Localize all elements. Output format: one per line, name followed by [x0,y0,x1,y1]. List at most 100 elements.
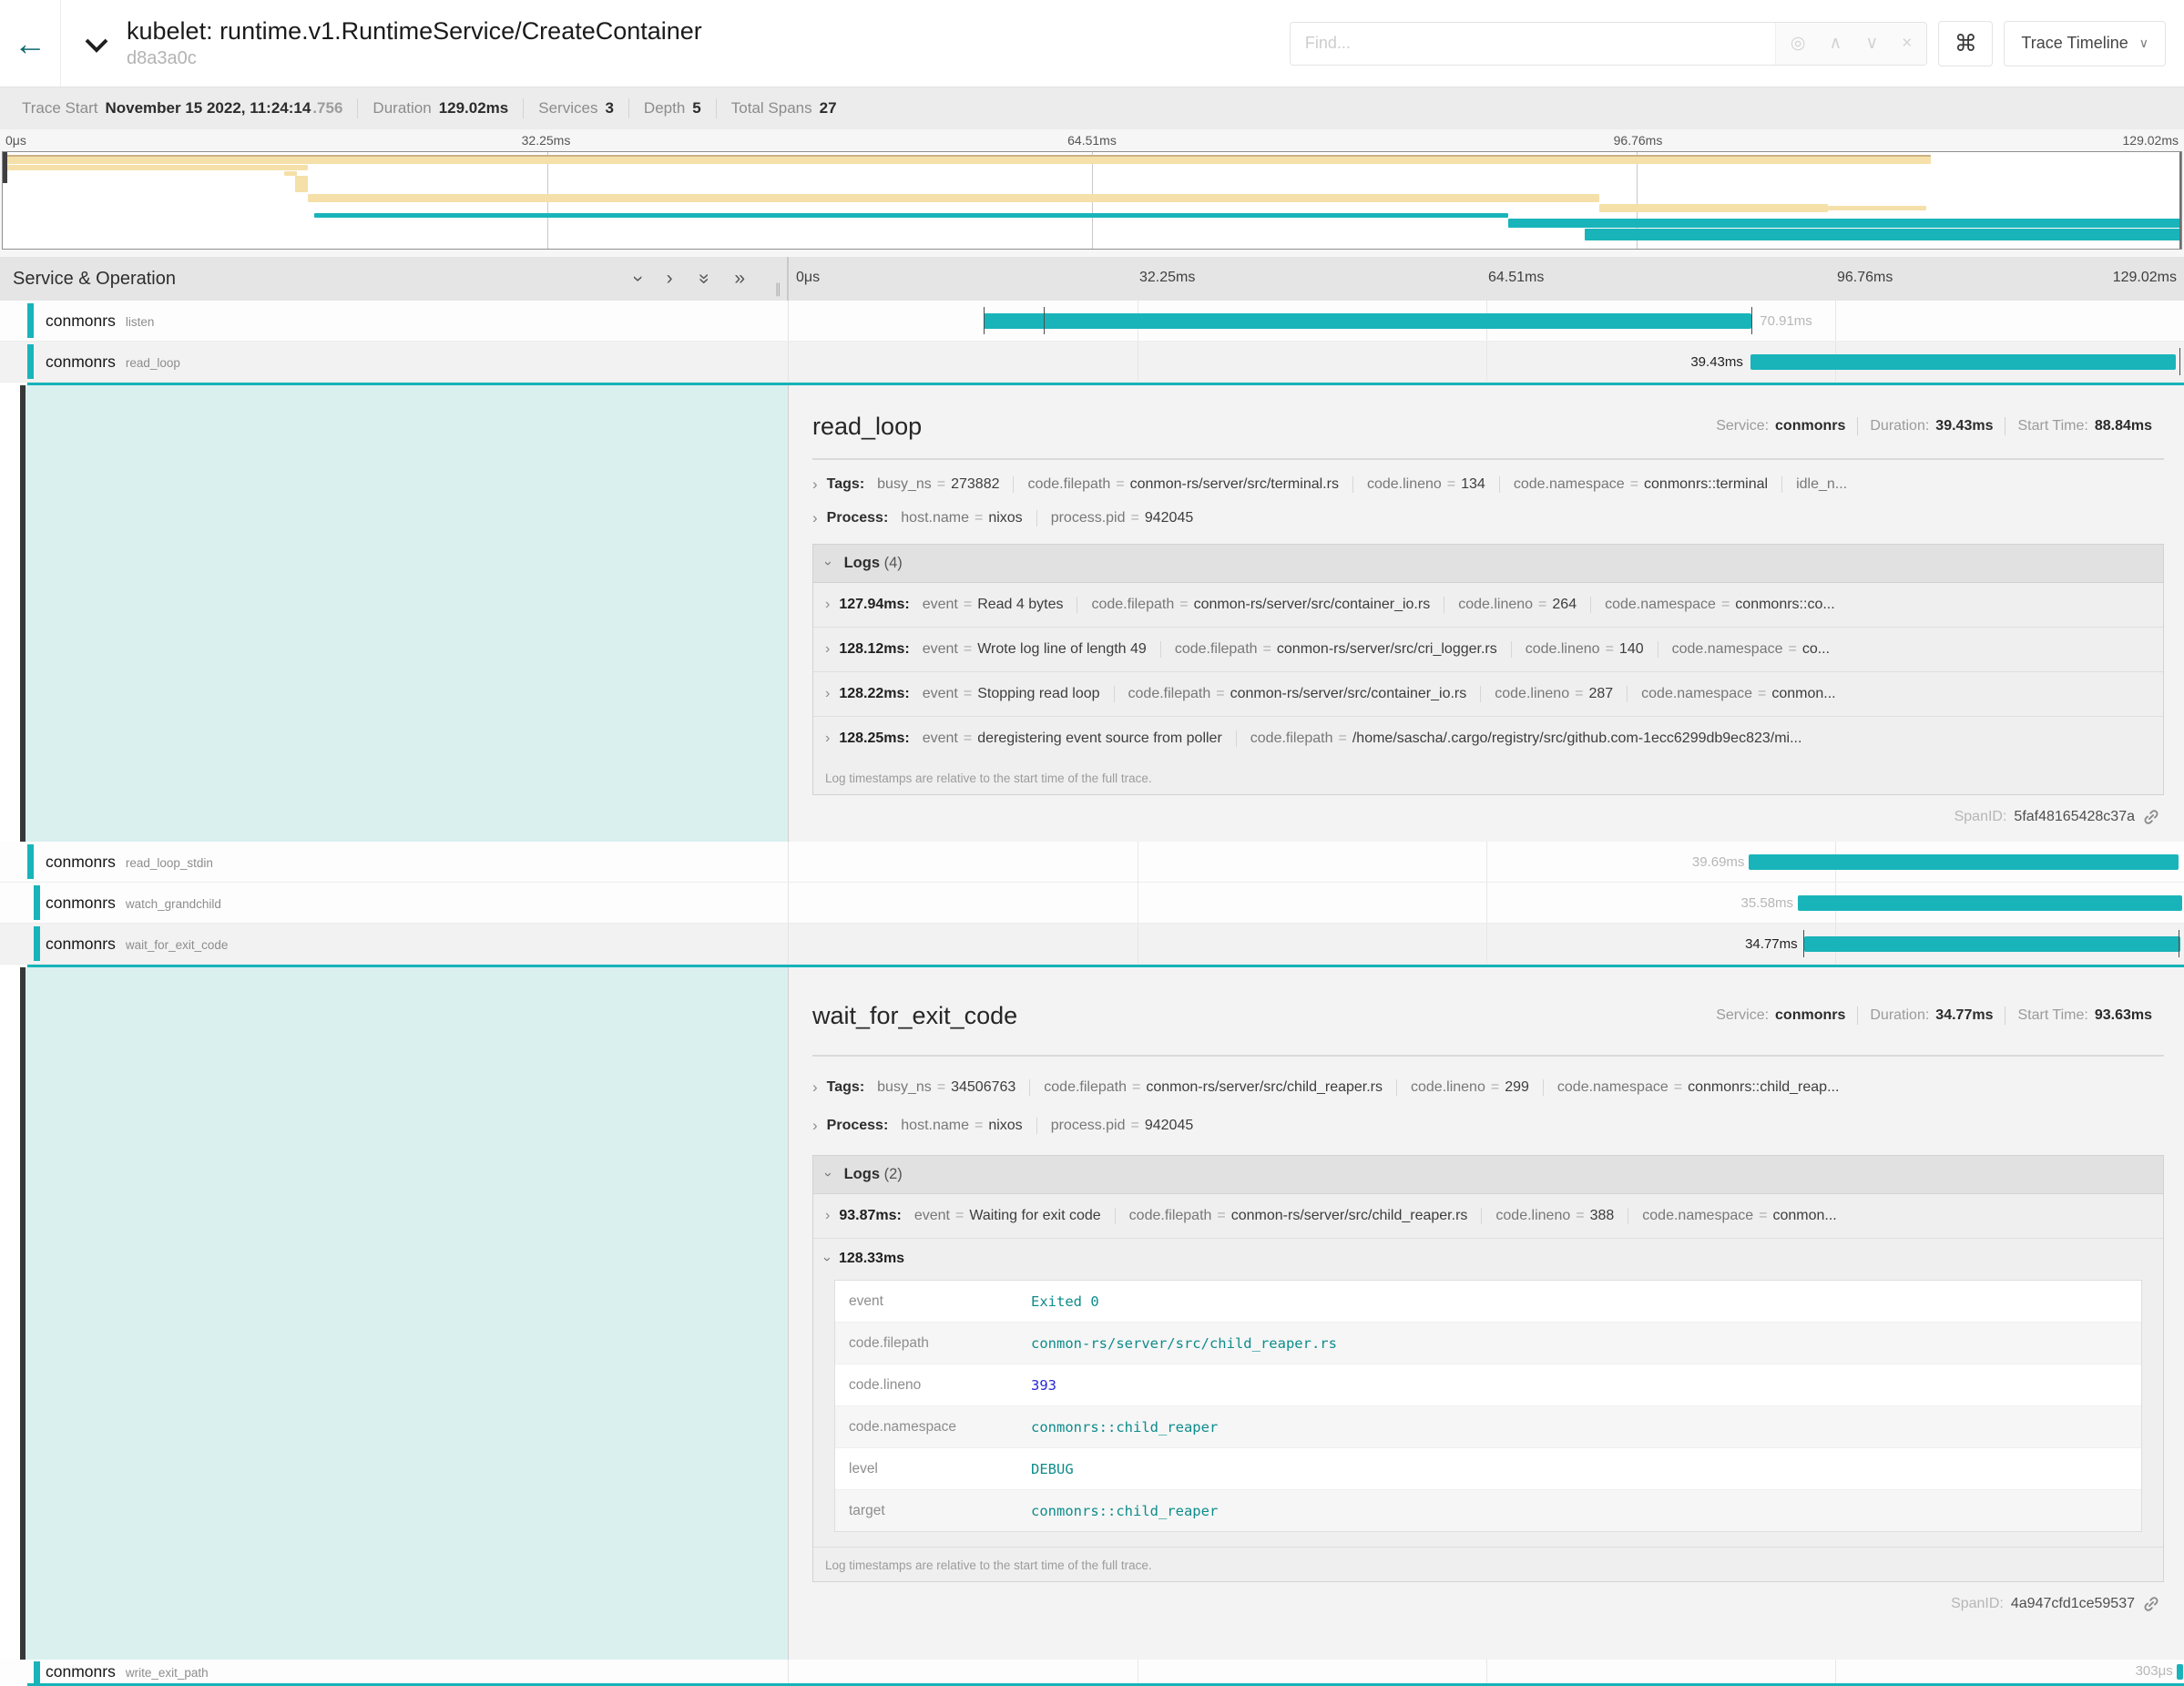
grid-header: Service & Operation › › » » ∥ 0μs 32.25m… [0,257,2184,301]
span-row-listen[interactable]: conmonrs listen 70.91ms [0,301,2184,342]
span-detail-title: wait_for_exit_code [812,1002,1017,1030]
detail-name-column [26,967,789,1660]
column-resize-handle[interactable]: ∥ [775,281,782,297]
minimap-drag-handle-right[interactable] [2179,152,2181,249]
clear-search-icon[interactable]: × [1902,34,1912,54]
find-bar: ◎ ∧ ∨ × [1290,22,1928,66]
span-color-indicator [34,1661,40,1683]
expand-all-icon[interactable]: » [734,268,745,290]
collapse-all-icon[interactable]: » [692,273,714,284]
process-row[interactable]: › Process: host.name=nixos process.pid=9… [812,1117,2164,1135]
app-header: ← kubelet: runtime.v1.RuntimeService/Cre… [0,0,2184,87]
log-entry[interactable]: › 127.94ms: event=Read 4 bytes code.file… [813,583,2163,628]
logs-header[interactable]: › Logs (4) [813,545,2163,583]
log-entry[interactable]: › 93.87ms: event=Waiting for exit code c… [813,1194,2163,1239]
operation-name: wait_for_exit_code [126,938,229,952]
logs-count: (2) [884,1166,903,1182]
tick-label: 64.51ms [1488,270,1544,286]
span-duration-label: 39.69ms [1692,842,1745,883]
operation-name: watch_grandchild [126,897,221,911]
chevron-right-icon: › [825,597,830,613]
log-expanded-header[interactable]: › 128.33ms [825,1251,2151,1267]
span-color-indicator [27,344,34,379]
service-name: conmonrs [46,1662,116,1681]
minimap-span-bar [1599,204,1828,212]
span-row-watch-grandchild[interactable]: conmonrs watch_grandchild 35.58ms [0,883,2184,924]
view-selector-button[interactable]: Trace Timeline ∨ [2004,21,2166,66]
tags-row[interactable]: › Tags: busy_ns=34506763 code.filepath=c… [812,1078,2164,1097]
total-spans-stat: Total Spans27 [716,98,852,118]
table-row: level DEBUG [835,1447,2141,1489]
header-controls: ◎ ∧ ∨ × ⌘ Trace Timeline ∨ [1290,21,2184,66]
table-row: code.filepath conmon-rs/server/src/child… [835,1322,2141,1364]
log-entry[interactable]: › 128.12ms: event=Wrote log line of leng… [813,628,2163,672]
span-bar[interactable] [1798,895,2183,911]
minimap-canvas[interactable] [2,151,2182,250]
span-bar[interactable] [1804,936,2180,952]
chevron-down-icon: › [820,1257,835,1262]
detail-content: read_loop Service:conmonrs Duration:39.4… [789,385,2184,842]
collapse-one-icon[interactable]: › [627,276,648,282]
timeline-minimap: 0μs 32.25ms 64.51ms 96.76ms 129.02ms [0,129,2184,257]
process-row[interactable]: › Process: host.name=nixos process.pid=9… [812,509,2164,527]
detail-service: Service:conmonrs [1704,1006,1857,1025]
deep-link-icon[interactable] [2142,808,2160,826]
minimap-drag-handle-left[interactable] [3,152,7,183]
tick-label: 129.02ms [2113,270,2177,286]
trace-id: d8a3a0c [127,48,702,68]
keyboard-shortcuts-button[interactable]: ⌘ [1938,21,1993,66]
next-result-icon[interactable]: ∨ [1865,33,1878,54]
tick-label: 64.51ms [1067,133,1117,148]
timeline-ruler: 0μs 32.25ms 64.51ms 96.76ms 129.02ms [789,257,2184,301]
detail-content: wait_for_exit_code Service:conmonrs Dura… [789,967,2184,1660]
chevron-right-icon: › [825,641,830,658]
chevron-right-icon[interactable]: › [812,475,818,494]
span-duration-label: 39.43ms [1690,342,1743,383]
tick-label: 32.25ms [1139,270,1195,286]
span-row-wait-for-exit-code[interactable]: conmonrs wait_for_exit_code 34.77ms [0,924,2184,965]
collapse-title-chevron-icon[interactable] [85,37,108,57]
title-block: kubelet: runtime.v1.RuntimeService/Creat… [127,18,702,68]
span-bar[interactable] [1750,354,2176,370]
tick-label: 0μs [5,133,26,148]
expand-one-icon[interactable]: › [667,268,673,290]
tick-label: 129.02ms [2123,133,2179,148]
logs-header[interactable]: › Logs (2) [813,1156,2163,1194]
log-entry[interactable]: › 128.22ms: event=Stopping read loop cod… [813,672,2163,717]
span-duration-label: 35.58ms [1741,883,1794,924]
span-bar[interactable] [1749,854,2179,870]
prev-result-icon[interactable]: ∧ [1829,33,1842,54]
minimap-span-bar [295,176,308,192]
minimap-span-bar [314,213,1508,218]
span-row-read-loop[interactable]: conmonrs read_loop 39.43ms [0,342,2184,383]
span-detail-title: read_loop [812,413,922,441]
minimap-span-bar [1585,229,2181,240]
chevron-right-icon[interactable]: › [812,509,818,527]
service-name: conmonrs [46,935,116,954]
log-entry-expanded: › 128.33ms event Exited 0 code.filepath … [813,1239,2163,1548]
span-bar[interactable] [984,313,1751,329]
deep-link-icon[interactable] [2142,1595,2160,1613]
tick-label: 0μs [796,270,820,286]
span-bar[interactable] [2177,1664,2183,1680]
chevron-right-icon[interactable]: › [812,1117,818,1135]
span-id-row: SpanID: 4a947cfd1ce59537 [812,1582,2164,1619]
logs-footnote: Log timestamps are relative to the start… [813,1548,2163,1581]
operation-name: read_loop [126,356,180,370]
log-entry[interactable]: › 128.25ms: event=deregistering event so… [813,717,2163,761]
find-input[interactable] [1291,23,1775,65]
chevron-down-icon: › [821,561,836,566]
tags-row[interactable]: › Tags: busy_ns=273882 code.filepath=con… [812,475,2164,494]
detail-duration: Duration:34.77ms [1857,1006,2005,1025]
chevron-right-icon[interactable]: › [812,1078,818,1097]
span-id-value: 4a947cfd1ce59537 [2011,1596,2135,1612]
span-duration-label: 34.77ms [1745,924,1798,965]
back-button[interactable]: ← [0,0,61,87]
span-row-write-exit-path[interactable]: conmonrs write_exit_path 303μs [0,1660,2184,1683]
minimap-ticks: 0μs 32.25ms 64.51ms 96.76ms 129.02ms [0,129,2184,151]
table-row: code.lineno 393 [835,1364,2141,1405]
tick-label: 32.25ms [522,133,571,148]
match-case-target-icon[interactable]: ◎ [1791,33,1806,54]
span-duration-label: 303μs [2136,1660,2173,1683]
span-row-read-loop-stdin[interactable]: conmonrs read_loop_stdin 39.69ms [0,842,2184,883]
